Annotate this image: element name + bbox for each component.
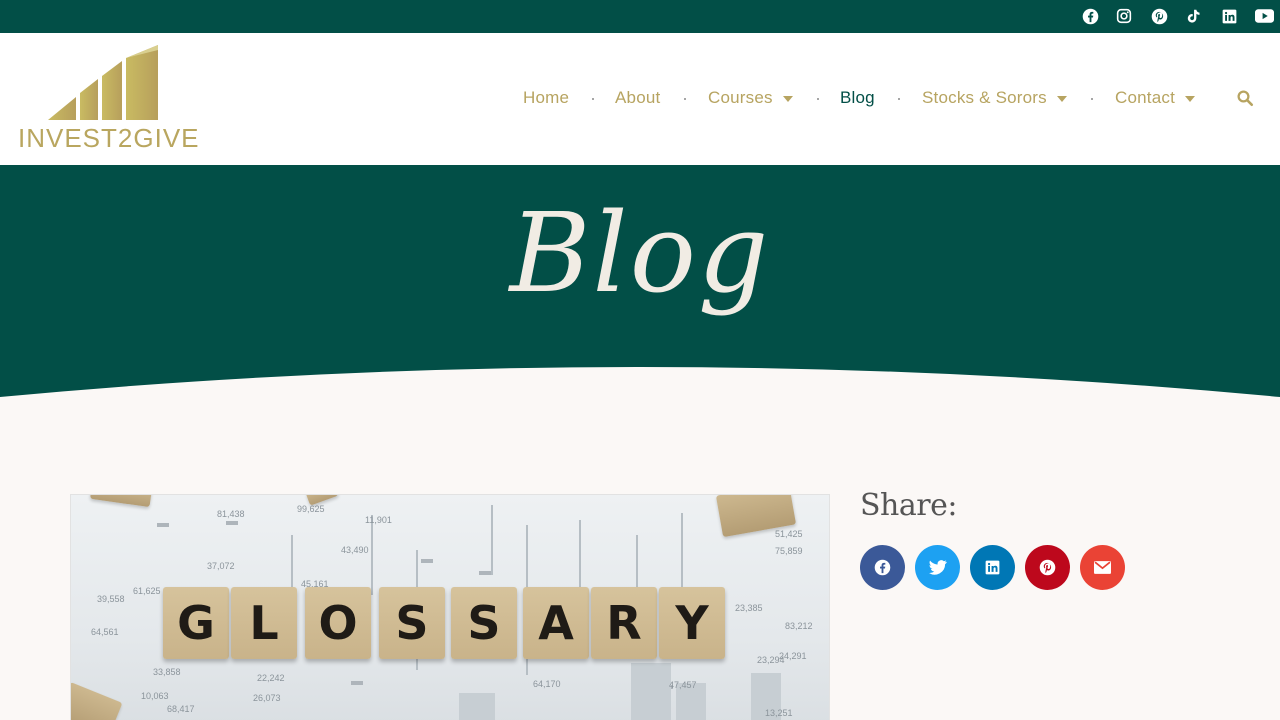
nav-separator: [817, 98, 819, 100]
chart-bar: [291, 535, 293, 595]
chart-bar: [371, 515, 373, 595]
city-building: [631, 663, 671, 720]
letter-tile: O: [305, 587, 371, 659]
site-logo[interactable]: INVEST2GIVE: [18, 45, 199, 153]
chart-number: 64,170: [533, 679, 561, 689]
linkedin-icon: [985, 560, 1000, 575]
share-pinterest-button[interactable]: [1025, 545, 1070, 590]
nav-separator: [1091, 98, 1093, 100]
facebook-icon[interactable]: [1080, 6, 1100, 26]
hero-banner: Blog: [0, 165, 1280, 405]
chart-number: 43,490: [341, 545, 369, 555]
chart-candle: [479, 571, 491, 575]
chevron-down-icon: [1185, 96, 1195, 102]
nav-blog-label: Blog: [840, 88, 875, 107]
chart-number: 83,212: [785, 621, 813, 631]
nav-courses[interactable]: Courses: [708, 88, 793, 108]
chart-number: 99,625: [297, 504, 325, 514]
nav-separator: [898, 98, 900, 100]
chart-candle: [351, 681, 363, 685]
tiktok-icon[interactable]: [1183, 6, 1203, 26]
chart-candle: [157, 523, 169, 527]
logo-bars-icon: [48, 45, 158, 120]
chart-number: 10,063: [141, 691, 169, 701]
chart-number: 24,291: [779, 651, 807, 661]
nav-stocks-sorors-label: Stocks & Sorors: [922, 88, 1047, 107]
nav-blog[interactable]: Blog: [840, 88, 875, 108]
share-linkedin-button[interactable]: [970, 545, 1015, 590]
featured-image[interactable]: 81,438 99,625 11,901 37,072 45,161 43,49…: [70, 494, 830, 720]
letter-tile: L: [231, 587, 297, 659]
letter-tile: Y: [659, 587, 725, 659]
chart-number: 64,561: [91, 627, 119, 637]
nav-about[interactable]: About: [615, 88, 660, 108]
chevron-down-icon: [782, 96, 793, 102]
letter-tile: R: [591, 587, 657, 659]
pinterest-icon: [1039, 559, 1056, 576]
email-icon: [1094, 561, 1111, 574]
letter-tile: G: [163, 587, 229, 659]
chart-number: 23,385: [735, 603, 763, 613]
letter-tile: S: [451, 587, 517, 659]
logo-text: INVEST2GIVE: [18, 123, 200, 153]
youtube-icon[interactable]: [1254, 6, 1274, 26]
share-facebook-button[interactable]: [860, 545, 905, 590]
nav-separator: [684, 98, 686, 100]
nav-stocks-sorors[interactable]: Stocks & Sorors: [922, 88, 1067, 108]
chart-number: 51,425: [775, 529, 803, 539]
pinterest-icon[interactable]: [1149, 6, 1169, 26]
chevron-down-icon: [1056, 96, 1067, 102]
chart-number: 39,558: [97, 594, 125, 604]
nav-home-label: Home: [523, 88, 570, 107]
nav-contact-label: Contact: [1115, 88, 1175, 107]
city-building: [459, 693, 495, 720]
linkedin-icon[interactable]: [1219, 6, 1239, 26]
chart-number: 81,438: [217, 509, 245, 519]
nav-about-label: About: [615, 88, 661, 107]
chart-number: 33,858: [153, 667, 181, 677]
chart-number: 13,251: [765, 708, 793, 718]
share-title: Share:: [860, 488, 957, 523]
letter-tile: S: [379, 587, 445, 659]
chart-candle: [421, 559, 433, 563]
instagram-icon[interactable]: [1114, 6, 1134, 26]
nav-courses-label: Courses: [708, 88, 773, 107]
chart-number: 61,625: [133, 586, 161, 596]
chart-candle: [226, 521, 238, 525]
scrabble-tile-decoration: [90, 495, 152, 508]
top-social-bar: [0, 0, 1280, 33]
share-twitter-button[interactable]: [915, 545, 960, 590]
twitter-icon: [928, 560, 947, 575]
search-icon[interactable]: [1236, 89, 1254, 107]
chart-number: 37,072: [207, 561, 235, 571]
site-header: INVEST2GIVE Home About Courses Blog Stoc…: [0, 33, 1280, 165]
chart-number: 75,859: [775, 546, 803, 556]
hero-title: Blog: [509, 189, 771, 317]
chart-bar: [491, 505, 493, 575]
scrabble-tile-decoration: [71, 681, 123, 720]
letter-tile: A: [523, 587, 589, 659]
chart-number: 47,457: [669, 680, 697, 690]
nav-home[interactable]: Home: [523, 88, 569, 108]
chart-number: 11,901: [365, 515, 392, 525]
chart-number: 68,417: [167, 704, 195, 714]
nav-separator: [592, 98, 594, 100]
chart-number: 22,242: [257, 673, 285, 683]
share-email-button[interactable]: [1080, 545, 1125, 590]
chart-number: 26,073: [253, 693, 281, 703]
nav-contact[interactable]: Contact: [1115, 88, 1195, 108]
facebook-icon: [874, 559, 891, 576]
